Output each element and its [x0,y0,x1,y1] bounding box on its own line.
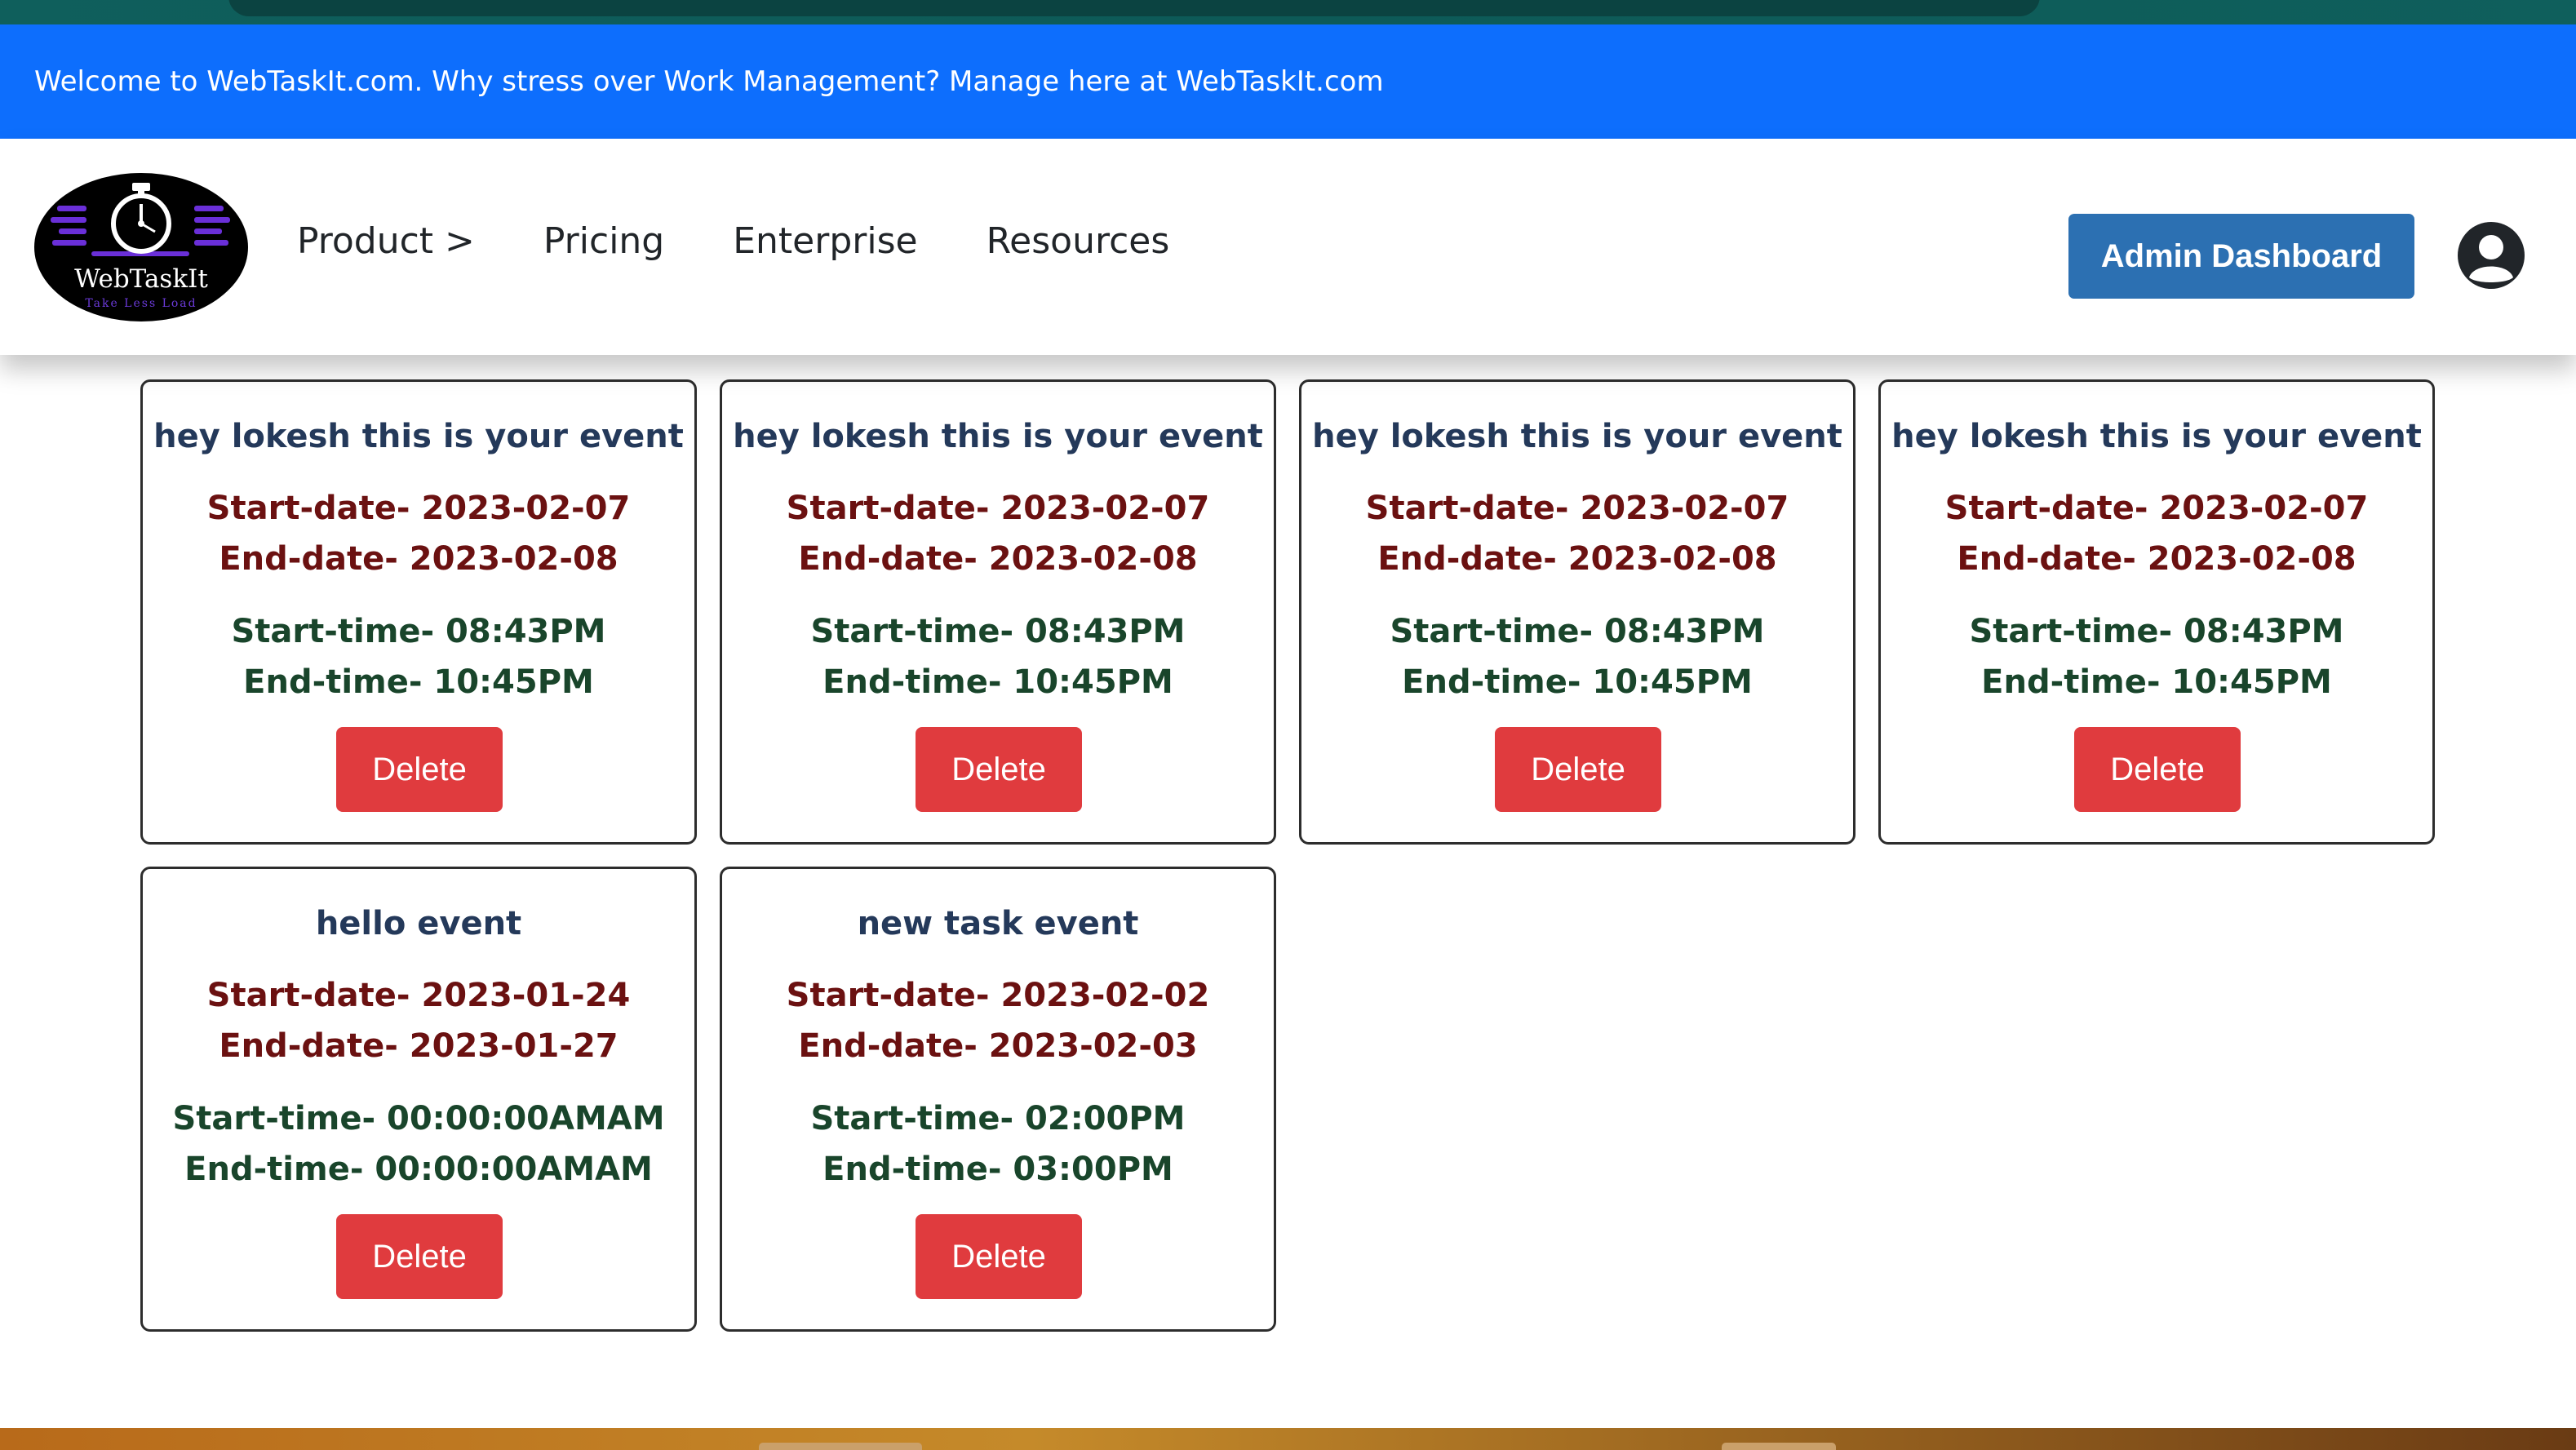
event-start-time: Start-time- 02:00PM [810,1100,1186,1137]
event-start-time: Start-time- 00:00:00AMAM [172,1100,665,1137]
event-card: hey lokesh this is your event Start-date… [1878,379,2435,845]
announcement-text: Welcome to WebTaskIt.com. Why stress ove… [34,65,1384,98]
nav-links: Product > Pricing Enterprise Resources [297,220,1238,262]
event-start-time: Start-time- 08:43PM [1969,613,2344,650]
event-title: new task event [857,905,1139,942]
event-card: new task event Start-date- 2023-02-02 En… [720,867,1276,1332]
event-start-date: Start-date- 2023-02-07 [1944,490,2369,527]
event-end-time: End-time- 03:00PM [822,1151,1173,1188]
event-title: hey lokesh this is your event [153,418,684,455]
event-card: hey lokesh this is your event Start-date… [1299,379,1856,845]
nav-pricing[interactable]: Pricing [543,220,664,262]
event-end-time: End-time- 00:00:00AMAM [184,1151,653,1188]
delete-button[interactable]: Delete [336,727,503,812]
event-end-date: End-date- 2023-01-27 [219,1027,619,1065]
event-start-date: Start-date- 2023-02-07 [786,490,1210,527]
event-end-date: End-date- 2023-02-08 [219,540,619,578]
event-end-date: End-date- 2023-02-08 [798,540,1198,578]
taskbar-item[interactable] [1722,1443,1836,1450]
nav-enterprise[interactable]: Enterprise [733,220,917,262]
event-start-date: Start-date- 2023-02-07 [206,490,631,527]
logo-text: WebTaskIt [74,264,208,294]
event-title: hey lokesh this is your event [733,418,1263,455]
admin-dashboard-button[interactable]: Admin Dashboard [2068,214,2414,299]
delete-button[interactable]: Delete [916,1214,1082,1299]
navbar: WebTaskIt Take Less Load Product > Prici… [0,139,2576,355]
nav-product[interactable]: Product > [297,220,475,262]
event-title: hey lokesh this is your event [1312,418,1842,455]
browser-chrome [0,0,2576,24]
event-card: hello event Start-date- 2023-01-24 End-d… [140,867,697,1332]
event-start-date: Start-date- 2023-02-02 [786,977,1210,1014]
event-start-date: Start-date- 2023-02-07 [1365,490,1789,527]
event-start-time: Start-time- 08:43PM [810,613,1186,650]
event-end-date: End-date- 2023-02-08 [1957,540,2357,578]
event-start-time: Start-time- 08:43PM [231,613,606,650]
address-bar[interactable] [228,0,2040,16]
delete-button[interactable]: Delete [336,1214,503,1299]
delete-button[interactable]: Delete [1495,727,1661,812]
event-end-date: End-date- 2023-02-08 [1377,540,1777,578]
event-end-time: End-time- 10:45PM [243,663,594,701]
delete-button[interactable]: Delete [916,727,1082,812]
event-title: hello event [315,905,522,942]
stopwatch-logo-icon[interactable]: WebTaskIt Take Less Load [34,173,248,321]
taskbar-item[interactable] [759,1443,922,1450]
logo-tagline: Take Less Load [85,297,197,310]
event-card: hey lokesh this is your event Start-date… [720,379,1276,845]
event-end-date: End-date- 2023-02-03 [798,1027,1198,1065]
delete-button[interactable]: Delete [2074,727,2241,812]
event-end-time: End-time- 10:45PM [1981,663,2332,701]
announcement-bar: Welcome to WebTaskIt.com. Why stress ove… [0,24,2576,139]
event-end-time: End-time- 10:45PM [822,663,1173,701]
os-taskbar [0,1428,2576,1450]
event-start-date: Start-date- 2023-01-24 [206,977,631,1014]
user-circle-icon[interactable] [2456,220,2526,290]
event-start-time: Start-time- 08:43PM [1390,613,1765,650]
event-cards-grid: hey lokesh this is your event Start-date… [0,355,2576,1424]
event-end-time: End-time- 10:45PM [1402,663,1753,701]
event-title: hey lokesh this is your event [1891,418,2422,455]
event-card: hey lokesh this is your event Start-date… [140,379,697,845]
nav-resources[interactable]: Resources [987,220,1170,262]
